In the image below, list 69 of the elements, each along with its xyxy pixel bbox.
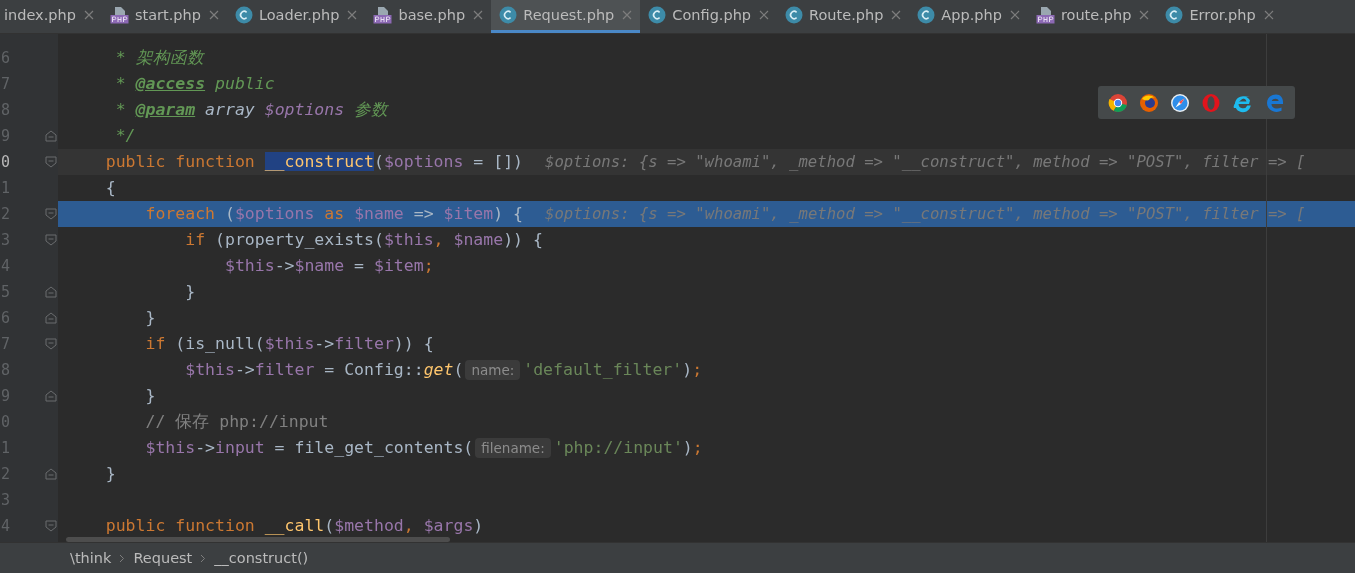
php-file-icon [1035,6,1055,24]
breadcrumb[interactable]: __construct() [214,550,309,566]
class-icon [234,6,253,24]
file-tab[interactable]: route.php [1027,0,1158,33]
safari-icon[interactable] [1170,92,1190,113]
code-line: $this->$name = $item; [223,255,434,277]
code-line: if (is_null($this->filter)) { [144,333,434,355]
file-tab[interactable]: start.php [101,0,227,33]
code-line: * @access public [114,73,275,95]
fold-icon[interactable] [45,156,57,168]
close-icon[interactable] [759,10,770,20]
class-icon [1165,6,1184,24]
chevron-icon [119,553,126,563]
fold-end-icon[interactable] [45,286,57,298]
line-number: 0 [0,152,11,173]
close-icon[interactable] [1263,10,1274,20]
close-icon[interactable] [1139,10,1150,20]
horizontal-scrollbar[interactable] [66,537,450,542]
breadcrumb[interactable]: \think [70,550,112,566]
file-tab[interactable]: Route.php [777,0,910,33]
file-tab[interactable]: Config.php [640,0,778,33]
close-icon[interactable] [473,10,484,20]
chevron-icon [200,553,207,563]
close-icon[interactable] [347,10,358,20]
fold-icon[interactable] [45,208,57,220]
firefox-icon[interactable] [1139,92,1159,113]
edge-icon[interactable] [1265,92,1285,113]
file-tab[interactable]: App.php [909,0,1028,33]
code-line: } [104,463,116,485]
close-icon[interactable] [83,10,94,20]
code-line: if (property_exists($this, $name)) { [184,229,543,251]
code-line: $this->input = file_get_contents( filename: 'php://input'); [144,437,703,460]
code-line: { [104,177,116,199]
close-icon[interactable] [622,10,633,20]
fold-end-icon[interactable] [45,130,57,142]
code-line: public function __construct($options = []) $options: {s => "whoami", _method => "__construct", method => "POST", filter => [ [104,151,1306,173]
close-icon[interactable] [208,10,219,20]
fold-icon[interactable] [45,234,57,246]
code-line: public function __call($method, $args) [104,515,484,537]
fold-icon[interactable] [45,520,57,532]
file-tab[interactable]: Loader.php [226,0,366,33]
code-line: } [144,385,156,407]
code-line: } [144,307,156,329]
code-line: * @param array $options 参数 [114,99,389,121]
class-icon [648,6,667,24]
code-line: $this->filter = Config::get( name: 'default_filter'); [184,359,703,382]
file-tab[interactable]: Request.php [491,0,641,33]
code-line: foreach ($options as $name => $item) { $options: {s => "whoami", _method => "__construct", method => "POST", filter => [ [144,203,1306,225]
class-icon [499,6,518,24]
fold-end-icon[interactable] [45,390,57,402]
opera-icon[interactable] [1201,92,1221,113]
class-icon [785,6,804,24]
file-tab[interactable]: index.php [0,0,102,33]
chrome-icon[interactable] [1108,92,1128,113]
fold-end-icon[interactable] [45,468,57,480]
class-icon [917,6,936,24]
breadcrumb[interactable]: Request [133,550,193,566]
code-line: */ [114,125,136,147]
code-line: * 架构函数 [114,47,204,69]
fold-end-icon[interactable] [45,312,57,324]
file-tab[interactable]: Error.php [1157,0,1282,33]
fold-icon[interactable] [45,338,57,350]
code-line: } [184,281,196,303]
file-tab[interactable]: base.php [365,0,492,33]
php-file-icon [109,6,129,24]
close-icon[interactable] [891,10,902,20]
php-file-icon [373,6,393,24]
close-icon[interactable] [1009,10,1020,20]
code-line: // 保存 php://input [144,411,329,433]
